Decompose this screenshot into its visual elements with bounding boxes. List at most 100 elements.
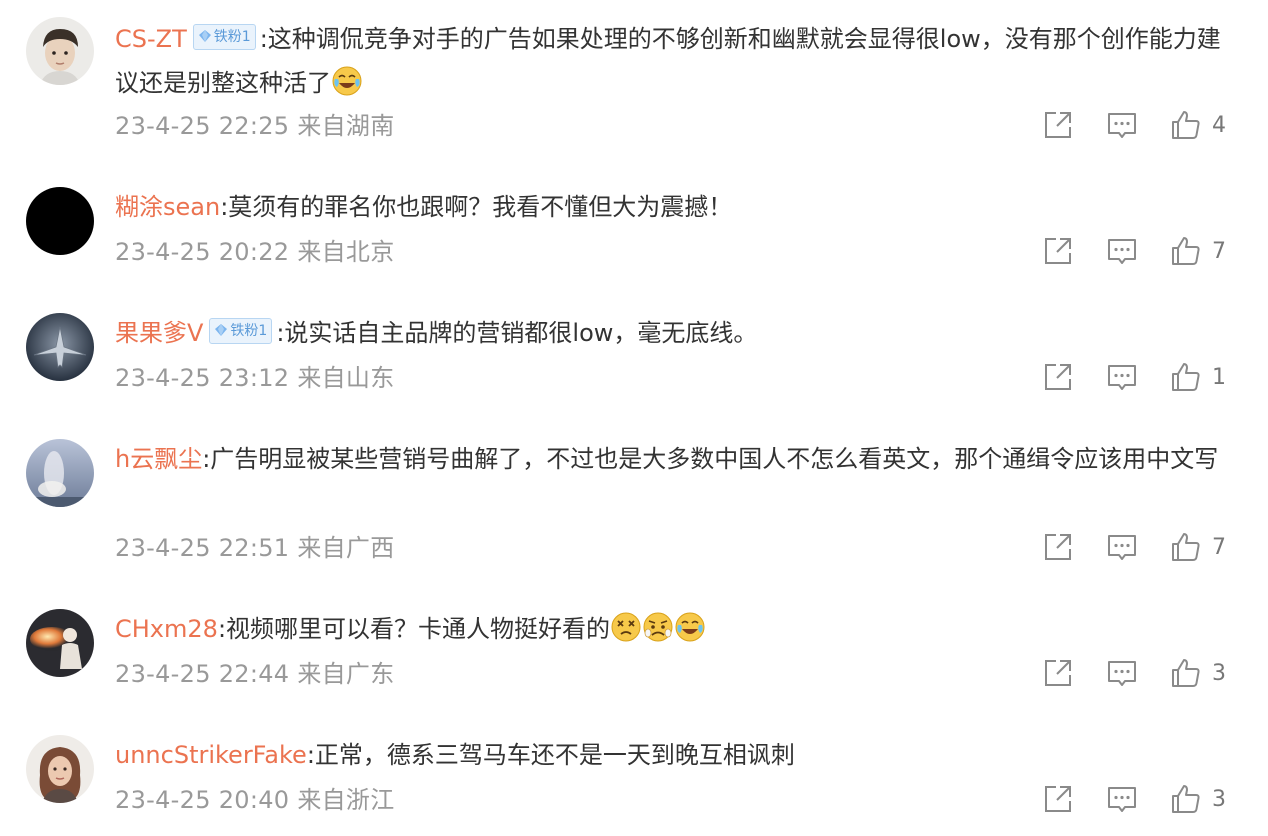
thumbs-up-icon <box>1172 237 1200 265</box>
comment-body: h云飘尘:广告明显被某些营销号曲解了，不过也是大多数中国人不怎么看英文，那个通缉… <box>115 437 1235 481</box>
comment-body: CS-ZT 铁粉1:这种调侃竞争对手的广告如果处理的不够创新和幽默就会显得很low… <box>115 17 1235 105</box>
comment-body: unncStrikerFake:正常，德系三驾马车还不是一天到晚互相讽刺 <box>115 733 1235 777</box>
comment-actions: 4 <box>1040 109 1250 143</box>
like-button[interactable] <box>1170 783 1202 817</box>
comment-body: CHxm28:视频哪里可以看？卡通人物挺好看的 <box>115 607 1235 651</box>
share-icon <box>1045 786 1071 812</box>
like-count: 3 <box>1212 661 1226 686</box>
reply-button[interactable] <box>1106 235 1138 269</box>
avatar[interactable] <box>26 17 94 85</box>
reply-button[interactable] <box>1106 657 1138 691</box>
comment-actions: 1 <box>1040 361 1250 395</box>
worried-emoji-icon <box>643 612 673 642</box>
fan-badge-label: 铁粉1 <box>230 323 268 339</box>
share-icon <box>1045 112 1071 138</box>
avatar[interactable] <box>26 187 94 255</box>
comment-body: 果果爹V 铁粉1 :说实话自主品牌的营销都很low，毫无底线。 <box>115 311 1235 355</box>
avatar[interactable] <box>26 609 94 677</box>
share-icon <box>1045 534 1071 560</box>
share-icon <box>1045 660 1071 686</box>
reply-button[interactable] <box>1106 531 1138 565</box>
reply-button[interactable] <box>1106 361 1138 395</box>
share-icon <box>1045 364 1071 390</box>
laugh-cry-emoji-icon <box>675 612 705 642</box>
username-link[interactable]: h云飘尘 <box>115 445 202 473</box>
like-button[interactable] <box>1170 657 1202 691</box>
avatar[interactable] <box>26 313 94 381</box>
comment-meta: 23-4-25 22:25 来自湖南 <box>115 111 395 141</box>
comment-time: 23-4-25 20:40 <box>115 786 290 814</box>
comment-actions: 3 <box>1040 657 1250 691</box>
comment-text: :莫须有的罪名你也跟啊？我看不懂但大为震撼！ <box>220 193 733 221</box>
comment-time: 23-4-25 22:25 <box>115 112 290 140</box>
comment-meta: 23-4-25 20:40 来自浙江 <box>115 785 395 815</box>
fan-badge[interactable]: 铁粉1 <box>209 318 273 344</box>
comment-meta: 23-4-25 22:44 来自广东 <box>115 659 395 689</box>
share-button[interactable] <box>1042 235 1074 269</box>
like-button[interactable] <box>1170 361 1202 395</box>
share-button[interactable] <box>1042 783 1074 817</box>
comment-icon <box>1108 535 1136 560</box>
comment-time: 23-4-25 22:51 <box>115 534 290 562</box>
comment-text: :视频哪里可以看？卡通人物挺好看的 <box>217 615 611 643</box>
fan-badge-label: 铁粉1 <box>213 29 251 45</box>
thumbs-up-icon <box>1172 659 1200 687</box>
laugh-cry-emoji-icon <box>332 66 362 96</box>
comment-meta: 23-4-25 23:12 来自山东 <box>115 363 395 393</box>
like-count: 7 <box>1212 535 1226 560</box>
comment-text: :广告明显被某些营销号曲解了，不过也是大多数中国人不怎么看英文，那个通缉令应该用… <box>202 445 1219 473</box>
like-button[interactable] <box>1170 235 1202 269</box>
comment-icon <box>1108 365 1136 390</box>
comment-location: 来自广西 <box>297 534 395 562</box>
comment-text: :说实话自主品牌的营销都很low，毫无底线。 <box>276 319 758 347</box>
comment-icon <box>1108 113 1136 138</box>
diamond-icon <box>215 324 228 336</box>
reply-button[interactable] <box>1106 109 1138 143</box>
username-link[interactable]: CS-ZT <box>115 25 187 53</box>
username-link[interactable]: unncStrikerFake <box>115 741 307 769</box>
like-button[interactable] <box>1170 109 1202 143</box>
dizzy-emoji-icon <box>611 612 641 642</box>
username-link[interactable]: 糊涂sean <box>115 193 220 221</box>
like-button[interactable] <box>1170 531 1202 565</box>
share-button[interactable] <box>1042 657 1074 691</box>
like-count: 7 <box>1212 239 1226 264</box>
username-link[interactable]: 果果爹V <box>115 319 203 347</box>
comment-time: 23-4-25 23:12 <box>115 364 290 392</box>
comment-text: :这种调侃竞争对手的广告如果处理的不够创新和幽默就会显得很low，没有那个创作能… <box>115 25 1221 97</box>
thumbs-up-icon <box>1172 785 1200 813</box>
share-button[interactable] <box>1042 531 1074 565</box>
comment-location: 来自山东 <box>297 364 395 392</box>
comment-text: :正常，德系三驾马车还不是一天到晚互相讽刺 <box>306 741 795 769</box>
like-count: 3 <box>1212 787 1226 812</box>
comment-body: 糊涂sean:莫须有的罪名你也跟啊？我看不懂但大为震撼！ <box>115 185 1235 229</box>
avatar[interactable] <box>26 439 94 507</box>
share-button[interactable] <box>1042 109 1074 143</box>
comment-list: CS-ZT 铁粉1:这种调侃竞争对手的广告如果处理的不够创新和幽默就会显得很low… <box>0 0 1268 836</box>
diamond-icon <box>198 30 211 42</box>
reply-button[interactable] <box>1106 783 1138 817</box>
username-link[interactable]: CHxm28 <box>115 615 218 643</box>
thumbs-up-icon <box>1172 111 1200 139</box>
share-icon <box>1045 238 1071 264</box>
comment-time: 23-4-25 20:22 <box>115 238 290 266</box>
share-button[interactable] <box>1042 361 1074 395</box>
comment-actions: 3 <box>1040 783 1250 817</box>
avatar[interactable] <box>26 735 94 803</box>
comment-meta: 23-4-25 22:51 来自广西 <box>115 533 395 563</box>
thumbs-up-icon <box>1172 533 1200 561</box>
comment-meta: 23-4-25 20:22 来自北京 <box>115 237 395 267</box>
like-count: 4 <box>1212 113 1226 138</box>
comment-time: 23-4-25 22:44 <box>115 660 290 688</box>
comment-actions: 7 <box>1040 235 1250 269</box>
like-count: 1 <box>1212 365 1226 390</box>
comment-location: 来自广东 <box>297 660 395 688</box>
fan-badge[interactable]: 铁粉1 <box>192 24 256 50</box>
comment-icon <box>1108 787 1136 812</box>
comment-location: 来自浙江 <box>297 786 395 814</box>
comment-location: 来自湖南 <box>297 112 395 140</box>
thumbs-up-icon <box>1172 363 1200 391</box>
comment-icon <box>1108 661 1136 686</box>
comment-actions: 7 <box>1040 531 1250 565</box>
comment-icon <box>1108 239 1136 264</box>
